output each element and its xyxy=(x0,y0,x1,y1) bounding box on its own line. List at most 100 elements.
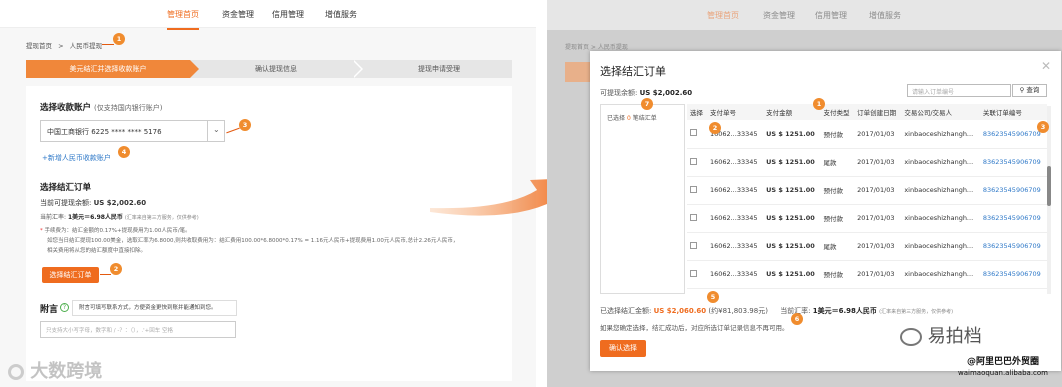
order-no-cell[interactable]: 83623545906709 xyxy=(980,204,1047,232)
select-order-dialog: 选择结汇订单 ✕ 可提现余额: US $2,002.60 请输入订单编号 ⚲ 查… xyxy=(590,51,1061,371)
row-checkbox[interactable] xyxy=(690,213,697,221)
nav-value-added[interactable]: 增值服务 xyxy=(325,9,357,20)
balance-line: 当前可提现余额: US $2,002.60 xyxy=(40,198,146,208)
annotation-badge-2: 2 xyxy=(709,122,721,134)
type-cell: 预付款 xyxy=(823,187,844,195)
col-select: 选择 xyxy=(687,104,707,120)
row-checkbox[interactable] xyxy=(690,157,697,165)
balance-value: US $2,002.60 xyxy=(93,199,147,207)
nav-credit[interactable]: 信用管理 xyxy=(272,9,304,20)
table-scrollbar[interactable] xyxy=(1047,106,1051,294)
party-cell: xinbaoceshizhangh... xyxy=(904,270,974,278)
note-input[interactable]: 只支持大小写字母，数字和 / -？：（），.'+回车 空格 xyxy=(40,321,236,338)
dimmed-breadcrumb: 提现首页 > 人民币提现 xyxy=(565,44,628,51)
alibaba-watermark-site: waimaoquan.alibaba.com xyxy=(958,369,1049,377)
step-arrow xyxy=(352,60,361,78)
order-no-cell[interactable]: 83623545906709 xyxy=(980,148,1047,176)
amount-cell: US $ 1251.00 xyxy=(766,214,815,222)
col-date[interactable]: 订单创建日期 xyxy=(854,104,902,120)
chevron-down-icon[interactable]: ⌄ xyxy=(213,125,220,134)
nav-funds[interactable]: 资金管理 xyxy=(222,9,254,20)
rate-line: 当前汇率: 1美元＝6.98人民币 (汇率来自第三方服务，仅供参考) xyxy=(40,212,199,221)
dimmed-breadcrumb-home: 提现首页 xyxy=(565,44,590,51)
table-row[interactable]: 16062...33345 US $ 1251.00 预付款 2017/01/03 xi… xyxy=(687,120,1047,148)
type-cell: 预付款 xyxy=(823,215,844,223)
col-amount[interactable]: 支付金额 xyxy=(763,104,821,120)
row-checkbox[interactable] xyxy=(690,241,697,249)
selected-count-panel: 已选择 0 笔结汇单 xyxy=(600,104,685,294)
footer-rate-note: (汇率来自第三方服务，仅供参考) xyxy=(879,309,954,315)
amount-cell: US $ 1251.00 xyxy=(766,158,815,166)
help-icon[interactable]: ? xyxy=(60,303,69,312)
date-cell: 2017/01/03 xyxy=(857,270,895,278)
fee-description: * 手续费为：结汇金额的0.17%+提现费用为1.00人民币/笔。 如您当日结汇… xyxy=(40,226,505,256)
footer-rate-value: 1美元＝6.98人民币 xyxy=(812,307,877,315)
account-select[interactable]: 中国工商银行 6225 **** **** 5176 ⌄ xyxy=(40,120,225,142)
amount-cell: US $ 1251.00 xyxy=(766,129,815,138)
search-button[interactable]: ⚲ 查询 xyxy=(1012,84,1047,97)
order-table: 选择 支付单号 支付金额 支付类型 订单创建日期 交易公司/交易人 关联订单编号… xyxy=(687,104,1047,289)
select-checkbox-cell xyxy=(687,176,707,204)
col-pay-no[interactable]: 支付单号 xyxy=(706,104,764,120)
selected-count-text: 已选择 0 笔结汇单 xyxy=(607,113,684,122)
date-cell: 2017/01/03 xyxy=(857,242,895,250)
type-cell: 尾款 xyxy=(823,159,837,167)
step-3: 提现申请受理 xyxy=(418,65,460,73)
order-search-input[interactable]: 请输入订单编号 xyxy=(907,84,1011,97)
row-checkbox[interactable] xyxy=(690,269,697,277)
table-row[interactable]: 16062...33345 US $ 1251.00 尾款 2017/01/03 xin… xyxy=(687,232,1047,260)
confirm-select-button[interactable]: 确认选择 xyxy=(600,340,646,357)
dialog-title: 选择结汇订单 xyxy=(600,65,666,78)
order-no-cell[interactable]: 83623545906709 xyxy=(980,260,1047,288)
brand-watermark-text: 易拍档 xyxy=(927,326,982,347)
type-cell: 预付款 xyxy=(823,130,844,139)
table-row[interactable]: 16062...33345 US $ 1251.00 预付款 2017/01/03 xi… xyxy=(687,176,1047,204)
alibaba-watermark-text: @阿里巴巴外贸圈 xyxy=(967,357,1040,367)
table-row[interactable]: 16062...33345 US $ 1251.00 尾款 2017/01/03 xin… xyxy=(687,148,1047,176)
col-order-no[interactable]: 关联订单编号 xyxy=(979,104,1047,120)
row-checkbox[interactable] xyxy=(690,129,697,137)
select-checkbox-cell xyxy=(687,148,707,176)
top-nav: 管理首页 资金管理 信用管理 增值服务 xyxy=(0,0,536,30)
dimmed-breadcrumb-current: 人民币提现 xyxy=(597,44,628,51)
fee-line-1: 手续费为：结汇金额的0.17%+提现费用为1.00人民币/笔。 xyxy=(44,228,191,234)
add-account-link[interactable]: +新增人民币收款账户 xyxy=(42,153,111,163)
step-1: 美元结汇并选择收款账户 xyxy=(26,60,190,78)
table-body: 16062...33345 US $ 1251.00 预付款 2017/01/03 xi… xyxy=(687,120,1047,288)
breadcrumb-home[interactable]: 提现首页 xyxy=(26,42,52,50)
table-row[interactable]: 16062...33345 US $ 1251.00 预付款 2017/01/03 xi… xyxy=(687,204,1047,232)
dimmed-nav-funds: 资金管理 xyxy=(763,11,795,20)
fee-line-2: 如您当日结汇提现100.00美金，选取汇率为6.8000,则共收取费用为：结汇费… xyxy=(47,238,459,244)
date-cell: 2017/01/03 xyxy=(857,186,895,194)
party-cell: xinbaoceshizhangh... xyxy=(904,129,974,138)
order-search-placeholder: 请输入订单编号 xyxy=(912,89,955,96)
row-checkbox[interactable] xyxy=(690,185,697,193)
search-icon: ⚲ xyxy=(1019,86,1025,94)
pay-no-cell: 16062...33345 xyxy=(709,186,758,194)
annotation-badge-3: 3 xyxy=(239,119,251,131)
nav-manage-home[interactable]: 管理首页 xyxy=(167,9,199,30)
account-subtitle: (仅支持国内银行账户) xyxy=(93,104,163,112)
amount-cell: US $ 1251.00 xyxy=(766,242,815,250)
dimmed-nav-value-added: 增值服务 xyxy=(869,11,901,20)
col-type[interactable]: 支付类型 xyxy=(820,104,855,120)
party-cell: xinbaoceshizhangh... xyxy=(904,158,974,166)
selected-amount-cny: (约¥81,803.98元) xyxy=(708,307,768,315)
select-checkbox-cell xyxy=(687,260,707,288)
step-bar: 美元结汇并选择收款账户 确认提现信息 提现申请受理 xyxy=(26,60,512,78)
select-order-button[interactable]: 选择结汇订单 xyxy=(42,267,99,283)
selected-amount-line: 已选择结汇金额: US $2,060.60 (约¥81,803.98元) 当前汇… xyxy=(600,306,953,316)
dialog-balance-label: 可提现余额: xyxy=(600,89,638,97)
annotation-badge-1: 1 xyxy=(813,98,825,110)
col-party[interactable]: 交易公司/交易人 xyxy=(901,104,980,120)
left-watermark: 大数跨境 xyxy=(8,357,102,383)
dimmed-nav-credit: 信用管理 xyxy=(815,11,847,20)
scrollbar-thumb[interactable] xyxy=(1047,166,1051,206)
alibaba-watermark: @阿里巴巴外贸圈 waimaoquan.alibaba.com xyxy=(958,357,1048,379)
date-cell: 2017/01/03 xyxy=(857,129,895,138)
order-no-cell[interactable]: 83623545906709 xyxy=(980,176,1047,204)
pay-no-cell: 16062...33345 xyxy=(709,242,758,250)
close-icon[interactable]: ✕ xyxy=(1041,59,1051,73)
table-row[interactable]: 16062...33345 US $ 1251.00 预付款 2017/01/03 xi… xyxy=(687,260,1047,288)
order-no-cell[interactable]: 83623545906709 xyxy=(980,232,1047,260)
